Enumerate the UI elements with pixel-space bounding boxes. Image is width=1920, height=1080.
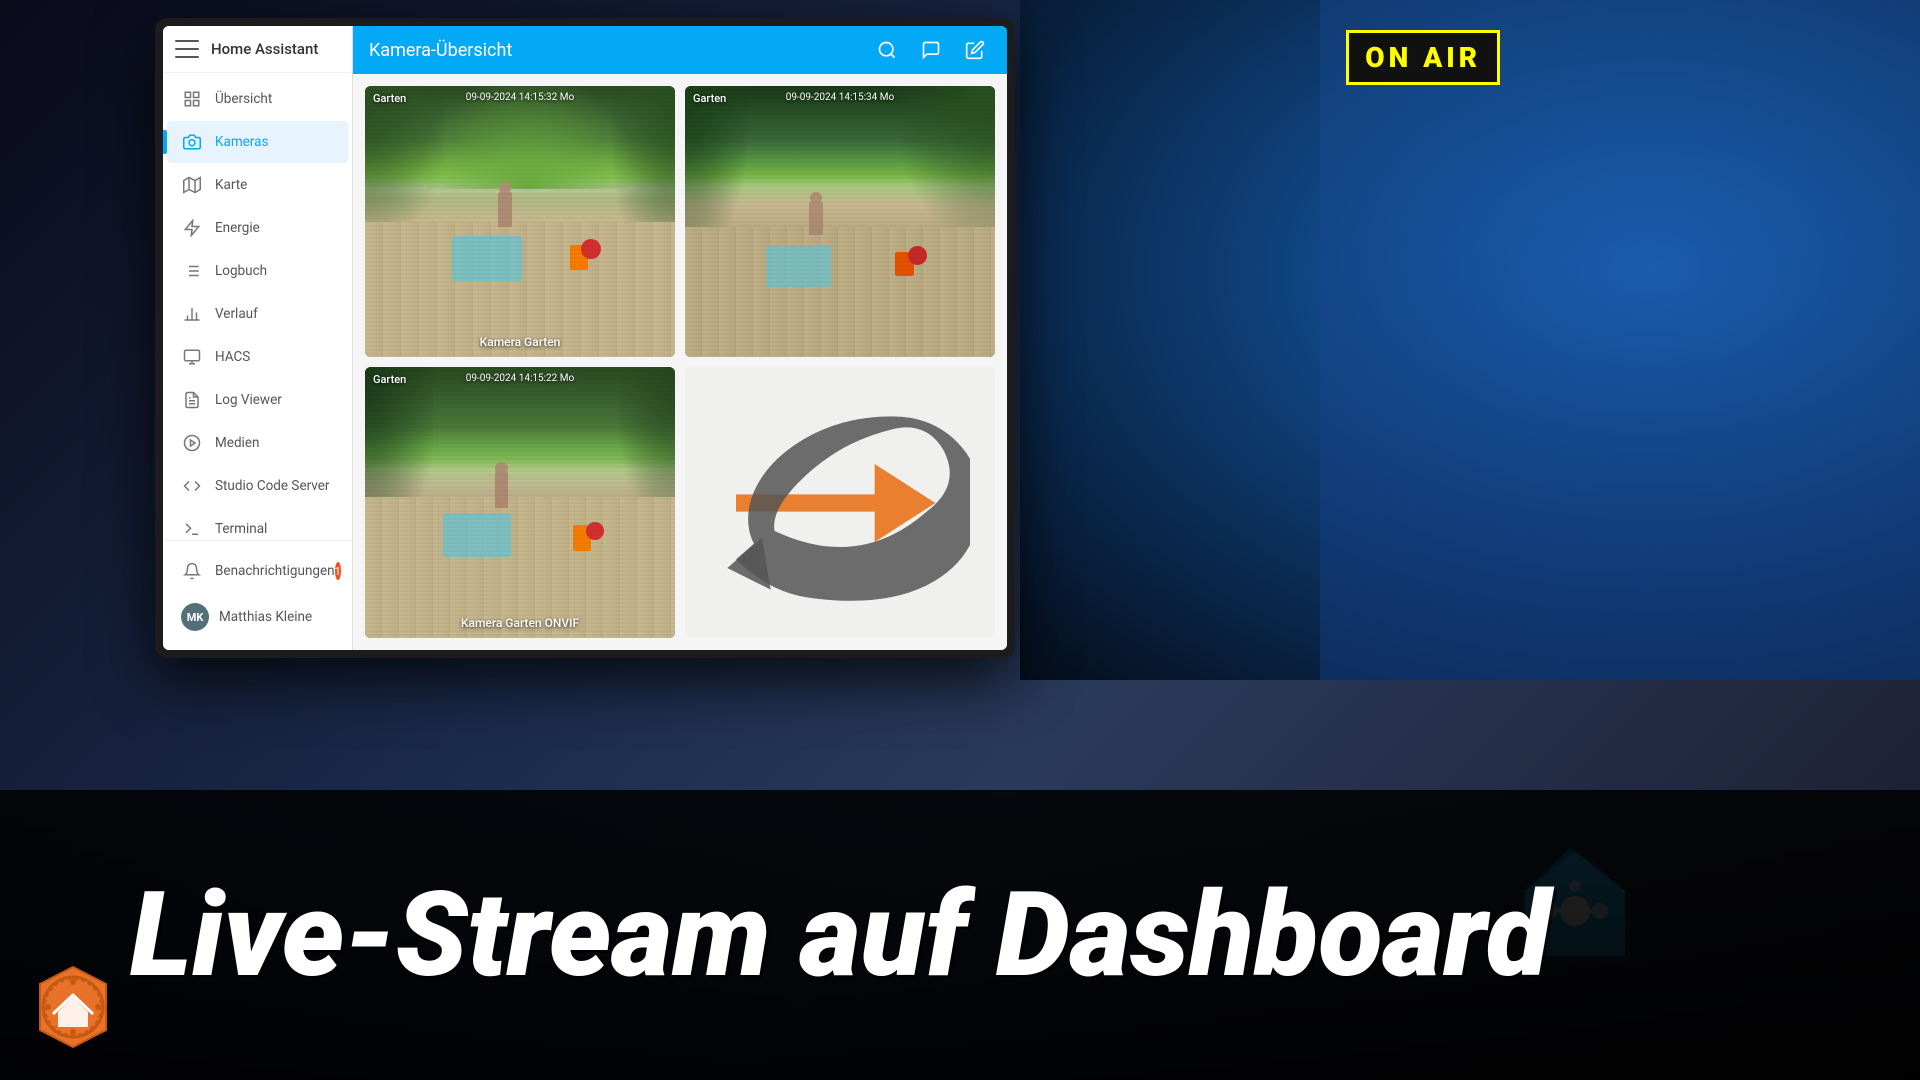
sidebar-item-verlauf[interactable]: Verlauf [167, 293, 348, 335]
sidebar-item-studio-code-server[interactable]: Studio Code Server [167, 465, 348, 507]
sidebar-item-benachrichtigungen[interactable]: Benachrichtigungen 1 [167, 550, 348, 592]
hacs-icon [181, 346, 203, 368]
ha-app-container: Home Assistant Übersicht [163, 26, 1007, 650]
terminal-icon [181, 518, 203, 540]
bottom-bar: Live-Stream auf Dashboard [0, 790, 1920, 1080]
sidebar-label-karte: Karte [215, 177, 247, 193]
sidebar-label-studio-code-server: Studio Code Server [215, 478, 329, 494]
notification-badge: 1 [335, 562, 341, 580]
benachrichtigungen-label: Benachrichtigungen [215, 563, 335, 579]
camera-label-3: Kamera Garten ONVIF [365, 616, 675, 630]
camera-card-2[interactable]: Garten 09-09-2024 14:15:34 Mo [685, 86, 995, 357]
sidebar-item-terminal[interactable]: Terminal [167, 508, 348, 540]
person-area [1320, 0, 1920, 680]
sidebar-item-logbuch[interactable]: Logbuch [167, 250, 348, 292]
bottom-title: Live-Stream auf Dashboard [130, 876, 1550, 994]
code-icon [181, 475, 203, 497]
sidebar-item-ubersicht[interactable]: Übersicht [167, 78, 348, 120]
list-icon [181, 260, 203, 282]
camera-label-1: Kamera Garten [365, 335, 675, 349]
sidebar-item-energie[interactable]: Energie [167, 207, 348, 249]
sidebar-bottom: Benachrichtigungen 1 MK Matthias Kleine [163, 540, 352, 650]
sidebar-header: Home Assistant [163, 26, 352, 73]
search-button[interactable] [871, 34, 903, 66]
sidebar-label-hacs: HACS [215, 349, 250, 365]
camera-feed-3 [365, 367, 675, 638]
chart-icon [181, 303, 203, 325]
user-avatar: MK [181, 603, 209, 631]
sidebar-label-logbuch: Logbuch [215, 263, 267, 279]
sidebar-label-log-viewer: Log Viewer [215, 392, 282, 408]
main-header: Kamera-Übersicht [353, 26, 1007, 74]
sidebar-label-medien: Medien [215, 435, 259, 451]
media-icon [181, 432, 203, 454]
sidebar-item-kameras[interactable]: Kameras [167, 121, 348, 163]
monitor-frame: Home Assistant Übersicht [155, 18, 1015, 658]
map-icon [181, 174, 203, 196]
ha-sidebar: Home Assistant Übersicht [163, 26, 353, 650]
ha-main-content: Kamera-Übersicht [353, 26, 1007, 650]
sidebar-item-log-viewer[interactable]: Log Viewer [167, 379, 348, 421]
sidebar-item-hacs[interactable]: HACS [167, 336, 348, 378]
camera-feed-1 [365, 86, 675, 357]
camera-card-3[interactable]: Garten 09-09-2024 14:15:22 Mo Kamera Gar… [365, 367, 675, 638]
bottom-title-wrapper: Live-Stream auf Dashboard [130, 876, 1550, 994]
username-label: Matthias Kleine [219, 609, 312, 625]
log-icon [181, 389, 203, 411]
sidebar-label-energie: Energie [215, 220, 260, 236]
main-title: Kamera-Übersicht [369, 40, 512, 61]
sidebar-label-verlauf: Verlauf [215, 306, 258, 322]
camera-card-1[interactable]: Garten 09-09-2024 14:15:32 Mo Kamera Gar… [365, 86, 675, 357]
sidebar-item-user[interactable]: MK Matthias Kleine [167, 593, 348, 641]
sidebar-title: Home Assistant [211, 40, 318, 58]
bell-icon [181, 560, 203, 582]
grid-icon [181, 88, 203, 110]
sidebar-label-kameras: Kameras [215, 134, 268, 150]
sidebar-nav: Übersicht Kameras [163, 73, 352, 540]
camera-timestamp-1: 09-09-2024 14:15:32 Mo [365, 92, 675, 103]
arrow-card [685, 367, 995, 638]
camera-timestamp-3: 09-09-2024 14:15:22 Mo [365, 373, 675, 384]
chat-button[interactable] [915, 34, 947, 66]
camera-grid: Garten 09-09-2024 14:15:32 Mo Kamera Gar… [353, 74, 1007, 650]
on-air-sign: ON AIR [1346, 30, 1500, 85]
bottom-logo [28, 962, 118, 1052]
sidebar-item-medien[interactable]: Medien [167, 422, 348, 464]
edit-button[interactable] [959, 34, 991, 66]
menu-button[interactable] [175, 40, 199, 58]
gear-house-logo [28, 962, 118, 1052]
sidebar-label-ubersicht: Übersicht [215, 91, 272, 107]
camera-feed-2 [685, 86, 995, 357]
header-actions [871, 34, 991, 66]
arrow-graphic-area [685, 367, 995, 638]
sidebar-label-terminal: Terminal [215, 521, 267, 537]
lightning-icon [181, 217, 203, 239]
monitor-wrapper: Home Assistant Übersicht [155, 18, 1015, 658]
camera-icon [181, 131, 203, 153]
arrow-svg [710, 403, 970, 603]
monitor-screen: Home Assistant Übersicht [163, 26, 1007, 650]
camera-timestamp-2: 09-09-2024 14:15:34 Mo [685, 92, 995, 103]
sidebar-item-karte[interactable]: Karte [167, 164, 348, 206]
